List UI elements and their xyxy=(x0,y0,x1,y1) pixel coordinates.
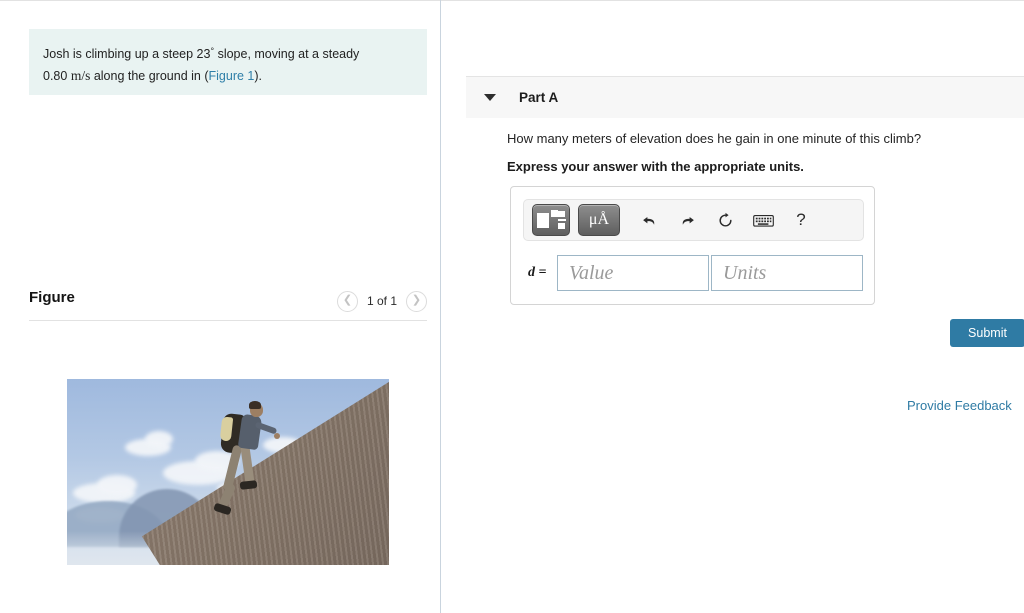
speed-value: 0.80 xyxy=(43,69,68,83)
right-pane: Part A How many meters of elevation does… xyxy=(441,0,1024,613)
answer-toolbar: μÅ ? xyxy=(523,199,864,241)
answer-entry-box: μÅ ? d = Value Units xyxy=(510,186,875,305)
help-icon: ? xyxy=(796,210,806,229)
provide-feedback-link[interactable]: Provide Feedback xyxy=(907,398,1012,413)
figure-1-link[interactable]: Figure 1 xyxy=(209,69,255,83)
undo-button[interactable] xyxy=(630,204,668,236)
figure-header: Figure ❮ 1 of 1 ❯ xyxy=(29,286,427,318)
problem-text-part4: ). xyxy=(254,69,262,83)
degree-symbol: ° xyxy=(210,46,215,56)
problem-text-part3: along the ground in ( xyxy=(93,69,209,83)
submit-button[interactable]: Submit xyxy=(950,319,1024,347)
chevron-right-icon: ❯ xyxy=(411,294,422,306)
figure-divider xyxy=(29,320,427,321)
redo-icon xyxy=(682,216,694,225)
question-text: How many meters of elevation does he gai… xyxy=(507,131,922,146)
reset-button[interactable] xyxy=(706,204,744,236)
undo-icon xyxy=(642,216,654,225)
figure-pagination: ❮ 1 of 1 ❯ xyxy=(336,286,427,316)
math-template-icon xyxy=(537,210,566,230)
caret-down-icon[interactable] xyxy=(484,94,496,101)
units-placeholder: Units xyxy=(723,261,767,284)
reset-icon xyxy=(718,212,732,227)
redo-button[interactable] xyxy=(668,204,706,236)
help-button[interactable]: ? xyxy=(782,204,820,236)
figure-next-button[interactable]: ❯ xyxy=(406,290,427,312)
figure-image[interactable] xyxy=(67,379,389,565)
left-pane: Josh is climbing up a steep 23° slope, m… xyxy=(0,0,440,613)
problem-text-part1: Josh is climbing up a steep 23 xyxy=(43,47,211,61)
instruction-text: Express your answer with the appropriate… xyxy=(507,159,804,174)
figure-prev-button[interactable]: ❮ xyxy=(336,290,358,312)
figure-title: Figure xyxy=(29,289,75,306)
problem-text-part2: slope, moving at a steady xyxy=(217,47,360,61)
hiker-figure xyxy=(210,401,282,521)
keyboard-button[interactable] xyxy=(744,204,782,236)
part-a-header[interactable]: Part A xyxy=(466,76,1024,118)
value-placeholder: Value xyxy=(569,261,614,284)
chevron-left-icon: ❮ xyxy=(342,294,353,306)
figure-counter: 1 of 1 xyxy=(366,294,397,308)
greek-units-button[interactable]: μÅ xyxy=(578,204,620,236)
answer-input-row: d = Value Units xyxy=(523,255,863,291)
math-template-button[interactable] xyxy=(532,204,570,236)
speed-units: m/s xyxy=(70,68,91,83)
homework-page: Josh is climbing up a steep 23° slope, m… xyxy=(0,0,1024,613)
units-input[interactable]: Units xyxy=(711,255,863,291)
greek-units-icon: μÅ xyxy=(588,211,610,228)
keyboard-icon xyxy=(752,214,774,227)
problem-statement-box: Josh is climbing up a steep 23° slope, m… xyxy=(29,29,427,95)
value-input[interactable]: Value xyxy=(557,255,709,291)
part-a-label: Part A xyxy=(519,90,559,105)
problem-statement-text: Josh is climbing up a steep 23° slope, m… xyxy=(43,41,413,87)
variable-label: d = xyxy=(528,265,547,280)
